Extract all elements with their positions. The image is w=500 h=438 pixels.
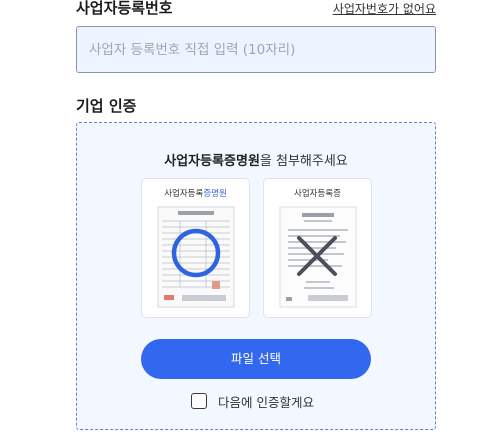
instruction-bold: 사업자등록증명원 — [164, 154, 260, 169]
verify-later-checkbox[interactable] — [191, 393, 207, 409]
sample-card-incorrect: 사업자등록증 — [263, 178, 372, 318]
sample-card-label: 사업자등록증 — [294, 189, 341, 199]
file-select-button[interactable]: 파일 선택 — [141, 339, 371, 379]
sample-card-label: 사업자등록증명원 — [164, 189, 227, 199]
no-business-number-link[interactable]: 사업자번호가 없어요 — [333, 0, 436, 17]
company-verify-title: 기업 인증 — [76, 97, 137, 115]
business-number-input[interactable] — [76, 26, 436, 73]
instruction-rest: 을 첨부해주세요 — [259, 154, 348, 169]
circle-icon — [171, 228, 221, 278]
business-number-title: 사업자등록번호 — [76, 0, 173, 17]
upload-dropzone[interactable]: 사업자등록증명원을 첨부해주세요 사업자등록증명원 사업자등록증 파일 선택 다… — [76, 122, 436, 430]
x-icon — [297, 236, 337, 276]
verify-later-option[interactable]: 다음에 인증할게요 — [191, 391, 314, 411]
upload-instruction: 사업자등록증명원을 첨부해주세요 — [77, 150, 435, 169]
sample-card-correct: 사업자등록증명원 — [141, 178, 250, 318]
verify-later-label[interactable]: 다음에 인증할게요 — [218, 392, 314, 411]
